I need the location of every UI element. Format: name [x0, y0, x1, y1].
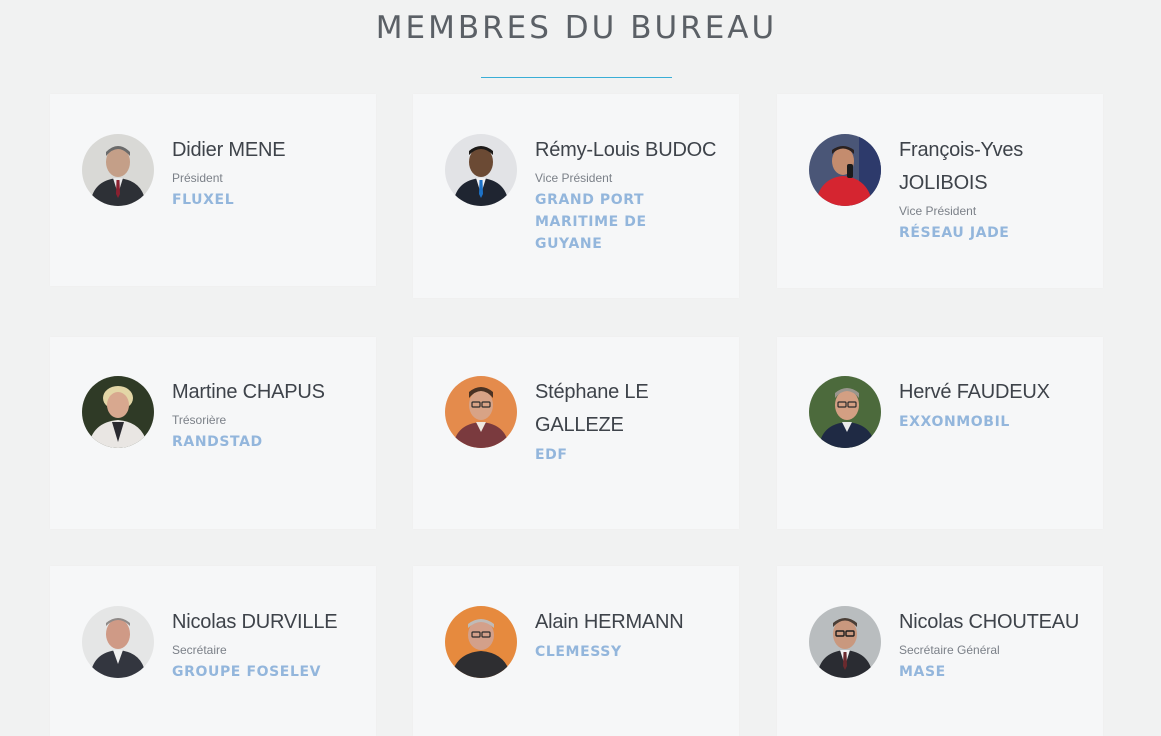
member-company: GRAND PORT MARITIME DE GUYANE [535, 192, 647, 252]
member-card: Martine CHAPUS Trésorière RANDSTAD [50, 337, 376, 529]
member-company: EDF [535, 447, 568, 463]
member-avatar [82, 376, 154, 448]
title-underline [481, 77, 672, 78]
member-name: Stéphane LE GALLEZE [535, 381, 649, 436]
member-avatar [82, 606, 154, 678]
member-avatar [809, 606, 881, 678]
member-role: Vice Président [535, 171, 613, 185]
member-role: Secrétaire Général [899, 643, 1000, 657]
member-company: RANDSTAD [172, 434, 263, 450]
member-name: Didier MENE [172, 139, 286, 161]
member-name: Alain HERMANN [535, 611, 684, 633]
member-card: Alain HERMANN CLEMESSY [413, 566, 739, 736]
member-avatar [809, 134, 881, 206]
member-name: Nicolas DURVILLE [172, 611, 338, 633]
member-role: Secrétaire [172, 643, 227, 657]
page-title: MEMBRES DU BUREAU [375, 10, 778, 46]
member-name: François-Yves JOLIBOIS [899, 139, 1024, 194]
member-card: Nicolas DURVILLE Secrétaire GROUPE FOSEL… [50, 566, 376, 736]
member-name: Nicolas CHOUTEAU [899, 611, 1080, 633]
member-role: Président [172, 171, 223, 185]
member-card: Nicolas CHOUTEAU Secrétaire Général MASE [777, 566, 1103, 736]
member-avatar [445, 376, 517, 448]
member-company: EXXONMOBIL [899, 414, 1010, 430]
member-avatar [445, 134, 517, 206]
member-name: Martine CHAPUS [172, 381, 325, 403]
member-avatar [445, 606, 517, 678]
member-name: Rémy-Louis BUDOC [535, 139, 717, 161]
member-company: FLUXEL [172, 192, 235, 208]
member-card: Rémy-Louis BUDOC Vice Président GRAND PO… [413, 94, 739, 298]
member-company: RÉSEAU JADE [899, 225, 1010, 241]
member-company: GROUPE FOSELEV [172, 664, 322, 680]
member-role: Trésorière [172, 413, 227, 427]
member-card: Hervé FAUDEUX EXXONMOBIL [777, 337, 1103, 529]
member-name: Hervé FAUDEUX [899, 381, 1050, 403]
member-company: MASE [899, 664, 946, 680]
member-role: Vice Président [899, 204, 977, 218]
member-card: Stéphane LE GALLEZE EDF [413, 337, 739, 529]
member-card: Didier MENE Président FLUXEL [50, 94, 376, 286]
member-company: CLEMESSY [535, 644, 622, 660]
member-card: François-Yves JOLIBOIS Vice Président RÉ… [777, 94, 1103, 288]
member-avatar [82, 134, 154, 206]
member-avatar [809, 376, 881, 448]
